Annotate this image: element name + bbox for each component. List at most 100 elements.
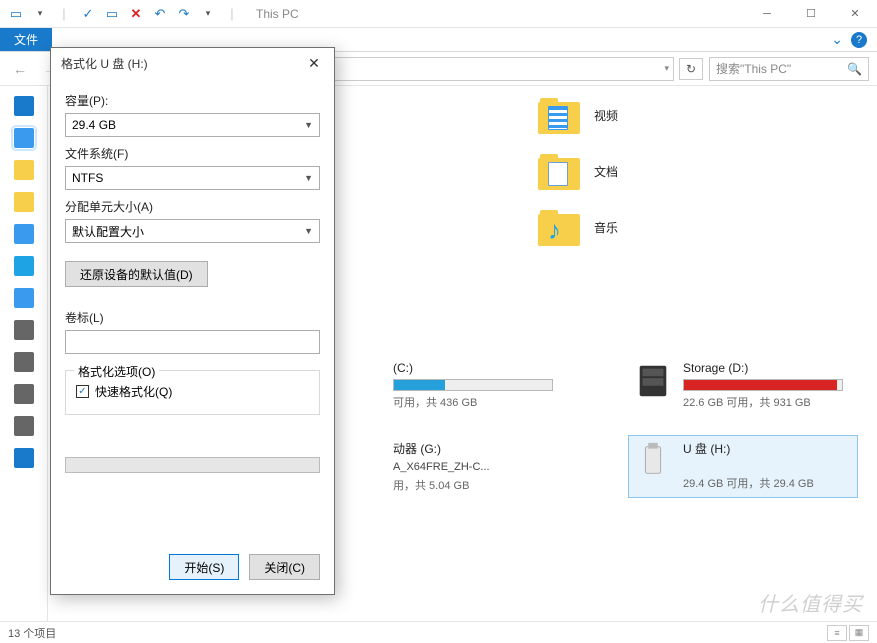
search-placeholder: 搜索"This PC" [716, 60, 791, 77]
search-icon: 🔍 [847, 62, 862, 76]
divider-icon: | [222, 4, 242, 24]
drive-subtitle: A_X64FRE_ZH-C... [393, 461, 563, 473]
capacity-label: 容量(P): [65, 92, 320, 109]
music-note-icon: ♪ [548, 215, 561, 246]
delete-icon[interactable]: ✕ [126, 4, 146, 24]
folder-video[interactable]: 视频 [538, 96, 618, 134]
status-bar: 13 个项目 ≡ ▦ [0, 621, 877, 643]
search-input[interactable]: 搜索"This PC" 🔍 [709, 57, 869, 81]
nav-item-icon[interactable] [14, 416, 34, 436]
navigation-pane[interactable] [0, 86, 48, 621]
nav-item-icon[interactable] [14, 448, 34, 468]
drive-stats: 用，共 5.04 GB [393, 477, 613, 493]
icons-view-button[interactable]: ▦ [849, 625, 869, 641]
drive-name: 动器 (G:) [393, 440, 563, 457]
filesystem-select[interactable]: NTFS ▼ [65, 166, 320, 190]
quick-access-icon[interactable] [14, 96, 34, 116]
drive-g[interactable]: 动器 (G:) A_X64FRE_ZH-C... 用，共 5.04 GB [388, 435, 618, 498]
folder-icon: ♪ [538, 208, 580, 246]
maximize-button[interactable]: ☐ [789, 0, 833, 28]
nav-item-icon[interactable] [14, 224, 34, 244]
allocation-select[interactable]: 默认配置大小 ▼ [65, 219, 320, 243]
nav-item-icon[interactable] [14, 288, 34, 308]
nav-item-icon[interactable] [14, 320, 34, 340]
window-titlebar: ▭ ▾ | ✓ ▭ ✕ ↶ ↷ ▾ | This PC ─ ☐ ✕ [0, 0, 877, 28]
window-controls: ─ ☐ ✕ [745, 0, 877, 28]
undo-icon[interactable]: ↶ [150, 4, 170, 24]
folder-icon [538, 96, 580, 134]
folder-label: 视频 [594, 107, 618, 124]
restore-defaults-button[interactable]: 还原设备的默认值(D) [65, 261, 208, 287]
expand-ribbon-icon[interactable]: ⌄ [831, 31, 843, 48]
details-view-button[interactable]: ≡ [827, 625, 847, 641]
close-button[interactable]: ✕ [833, 0, 877, 28]
chevron-down-icon[interactable]: ▾ [198, 4, 218, 24]
dialog-actions: 开始(S) 关闭(C) [51, 544, 334, 594]
folder-documents[interactable]: 文档 [538, 152, 618, 190]
storage-icon [633, 361, 673, 401]
nav-item-icon[interactable] [14, 192, 34, 212]
chevron-down-icon[interactable]: ▾ [664, 63, 669, 74]
usb-drive-icon [633, 440, 673, 480]
this-pc-icon[interactable] [14, 128, 34, 148]
redo-icon[interactable]: ↷ [174, 4, 194, 24]
dialog-titlebar[interactable]: 格式化 U 盘 (H:) ✕ [51, 48, 334, 78]
folder-music[interactable]: ♪ 音乐 [538, 208, 618, 246]
back-button[interactable]: ← [8, 57, 32, 81]
format-dialog: 格式化 U 盘 (H:) ✕ 容量(P): 29.4 GB ▼ 文件系统(F) … [50, 47, 335, 595]
window-title: This PC [256, 7, 299, 21]
drives-group: (C:) 可用，共 436 GB Storage (D:) 22.6 GB 可用… [388, 356, 858, 498]
folder-label: 音乐 [594, 219, 618, 236]
quick-access-toolbar: ▭ ▾ | ✓ ▭ ✕ ↶ ↷ ▾ | [0, 4, 248, 24]
minimize-button[interactable]: ─ [745, 0, 789, 28]
drive-usage-bar [683, 379, 843, 391]
folder-icon [538, 152, 580, 190]
format-options-fieldset: 格式化选项(O) ✓ 快速格式化(Q) [65, 370, 320, 415]
divider-icon: | [54, 4, 74, 24]
checkbox-icon: ✓ [76, 385, 89, 398]
nav-item-icon[interactable] [14, 352, 34, 372]
chevron-down-icon: ▼ [304, 173, 313, 183]
drive-usage-bar [393, 379, 553, 391]
folders-group: 视频 文档 ♪ 音乐 [538, 96, 618, 264]
allocation-value: 默认配置大小 [72, 223, 144, 240]
filesystem-label: 文件系统(F) [65, 145, 320, 162]
allocation-label: 分配单元大小(A) [65, 198, 320, 215]
drive-name: (C:) [393, 361, 563, 375]
item-count: 13 个项目 [8, 625, 56, 641]
properties-icon[interactable]: ▭ [102, 4, 122, 24]
nav-item-icon[interactable] [14, 256, 34, 276]
file-tab[interactable]: 文件 [0, 28, 52, 51]
capacity-value: 29.4 GB [72, 118, 116, 132]
nav-item-icon[interactable] [14, 160, 34, 180]
chevron-down-icon: ▼ [304, 120, 313, 130]
dialog-close-button[interactable]: ✕ [304, 55, 324, 72]
arrow-down-icon[interactable]: ▾ [30, 4, 50, 24]
folder-label: 文档 [594, 163, 618, 180]
drive-name: U 盘 (H:) [683, 440, 853, 457]
quick-format-checkbox[interactable]: ✓ 快速格式化(Q) [76, 383, 309, 400]
ribbon-help: ⌄ ? [831, 28, 877, 51]
drive-stats: 可用，共 436 GB [393, 394, 613, 410]
nav-item-icon[interactable] [14, 384, 34, 404]
drive-h[interactable]: U 盘 (H:) 29.4 GB 可用，共 29.4 GB [628, 435, 858, 498]
drive-stats: 22.6 GB 可用，共 931 GB [683, 394, 853, 410]
volume-label: 卷标(L) [65, 309, 320, 326]
volume-input[interactable] [65, 330, 320, 354]
drive-name: Storage (D:) [683, 361, 853, 375]
drive-stats: 29.4 GB 可用，共 29.4 GB [683, 475, 853, 491]
start-button[interactable]: 开始(S) [169, 554, 239, 580]
capacity-select[interactable]: 29.4 GB ▼ [65, 113, 320, 137]
check-icon[interactable]: ✓ [78, 4, 98, 24]
dialog-title: 格式化 U 盘 (H:) [61, 55, 148, 72]
close-dialog-button[interactable]: 关闭(C) [249, 554, 320, 580]
refresh-button[interactable]: ↻ [679, 58, 703, 80]
drive-d[interactable]: Storage (D:) 22.6 GB 可用，共 931 GB [628, 356, 858, 415]
app-icon: ▭ [6, 4, 26, 24]
format-progress-bar [65, 457, 320, 473]
drive-c[interactable]: (C:) 可用，共 436 GB [388, 356, 618, 415]
filesystem-value: NTFS [72, 171, 103, 185]
quick-format-label: 快速格式化(Q) [95, 383, 172, 400]
chevron-down-icon: ▼ [304, 226, 313, 236]
help-icon[interactable]: ? [851, 32, 867, 48]
